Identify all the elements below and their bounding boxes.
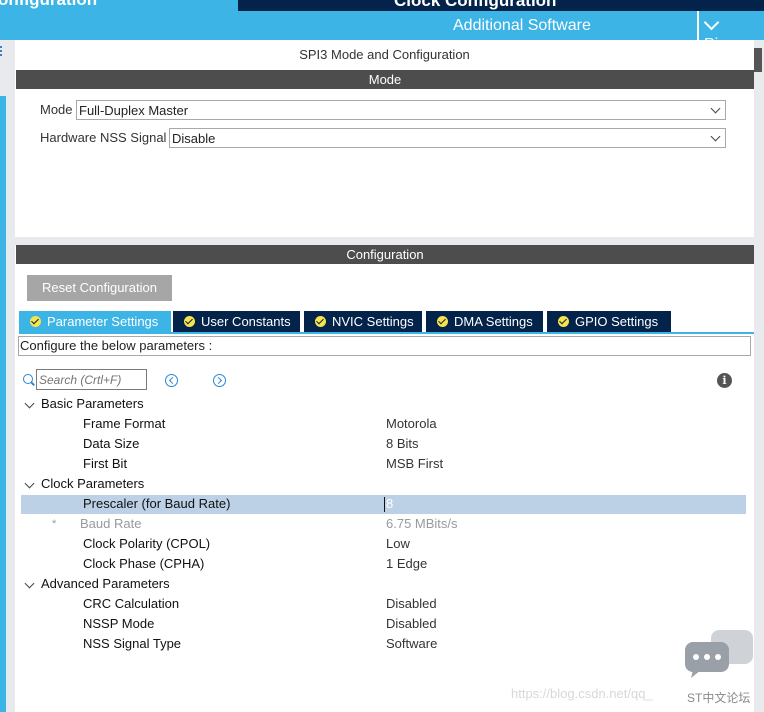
- table-row[interactable]: Clock Polarity (CPOL) Low: [15, 534, 754, 554]
- sub-navigation: Additional Software Pinou: [0, 11, 764, 53]
- param-name: Frame Format: [83, 416, 166, 431]
- tree-group-basic[interactable]: Basic Parameters: [15, 394, 754, 414]
- param-value[interactable]: 8 Bits: [386, 434, 419, 454]
- subbar-divider: [697, 11, 699, 40]
- prescaler-value-editor[interactable]: 8: [384, 495, 746, 513]
- table-row-selected[interactable]: Prescaler (for Baud Rate) 8: [15, 494, 754, 514]
- param-name: First Bit: [83, 456, 128, 471]
- group-label: Clock Parameters: [41, 476, 145, 491]
- mode-label: Mode: [40, 102, 73, 117]
- check-icon: [315, 316, 326, 327]
- text-cursor: [384, 497, 385, 512]
- table-row: * Baud Rate 6.75 MBits/s: [15, 514, 754, 534]
- tab-underline: [19, 332, 754, 334]
- param-value: 6.75 MBits/s: [386, 516, 458, 531]
- tab-user-constants[interactable]: User Constants: [173, 311, 300, 332]
- reset-configuration-button[interactable]: Reset Configuration: [27, 275, 172, 301]
- table-row[interactable]: NSSP Mode Disabled: [15, 614, 754, 634]
- nss-select[interactable]: Disable: [169, 128, 726, 148]
- search-icon: [23, 374, 33, 384]
- mode-select[interactable]: Full-Duplex Master: [76, 100, 726, 120]
- group-label: Basic Parameters: [41, 396, 144, 411]
- mode-section-header: Mode: [16, 70, 754, 89]
- param-name: NSSP Mode: [83, 616, 155, 631]
- param-value[interactable]: Motorola: [386, 414, 437, 434]
- table-row[interactable]: NSS Signal Type Software: [15, 634, 754, 654]
- tab-label: NVIC Settings: [332, 314, 414, 329]
- param-value[interactable]: 1 Edge: [386, 554, 427, 574]
- spi3-configuration-panel: SPI3 Mode and Configuration Mode Mode Fu…: [15, 40, 754, 712]
- table-row[interactable]: CRC Calculation Disabled: [15, 594, 754, 614]
- param-name: Data Size: [83, 436, 140, 451]
- tab-label: DMA Settings: [454, 314, 533, 329]
- tab-clock-configuration-label: Clock Configuration: [394, 0, 557, 10]
- check-icon: [437, 316, 448, 327]
- param-name: Clock Phase (CPHA): [83, 556, 205, 571]
- tab-label: Parameter Settings: [47, 314, 159, 329]
- param-name: Baud Rate: [80, 516, 142, 531]
- param-value: 8: [386, 496, 394, 511]
- check-icon: [558, 316, 569, 327]
- param-value[interactable]: MSB First: [386, 454, 443, 474]
- previous-match-icon[interactable]: [165, 374, 178, 387]
- tab-pinout-configuration[interactable]: onfiguration: [0, 0, 238, 11]
- param-value[interactable]: Disabled: [386, 594, 437, 614]
- chevron-down-icon: [24, 578, 35, 589]
- param-name: CRC Calculation: [83, 596, 180, 611]
- left-panel-edge: [0, 96, 6, 712]
- check-icon: [30, 316, 41, 327]
- watermark-forum: ST中文论坛: [687, 691, 751, 705]
- panel-title: SPI3 Mode and Configuration: [299, 47, 470, 62]
- tab-clock-configuration[interactable]: Clock Configuration: [240, 0, 710, 11]
- info-icon[interactable]: i: [717, 373, 732, 388]
- table-row[interactable]: Clock Phase (CPHA) 1 Edge: [15, 554, 754, 574]
- table-row[interactable]: Data Size 8 Bits: [15, 434, 754, 454]
- chat-bubbles-icon: [685, 630, 753, 678]
- chevron-down-icon: [703, 14, 720, 31]
- tree-group-clock[interactable]: Clock Parameters: [15, 474, 754, 494]
- watermark-url: https://blog.csdn.net/qq_: [511, 686, 653, 701]
- configuration-section-header: Configuration: [16, 245, 754, 264]
- table-row[interactable]: Frame Format Motorola: [15, 414, 754, 434]
- chevron-down-icon: [710, 103, 721, 114]
- description-field: Configure the below parameters :: [18, 336, 751, 356]
- nss-label: Hardware NSS Signal: [40, 130, 167, 145]
- param-value[interactable]: Disabled: [386, 614, 437, 634]
- next-match-icon[interactable]: [213, 374, 226, 387]
- param-name: Clock Polarity (CPOL): [83, 536, 211, 551]
- readonly-marker: *: [52, 518, 57, 530]
- left-splitter[interactable]: [0, 40, 15, 712]
- splitter-handle[interactable]: [0, 46, 6, 56]
- search-input[interactable]: [36, 369, 147, 390]
- mode-select-value: Full-Duplex Master: [79, 103, 189, 118]
- tab-tools[interactable]: [712, 0, 764, 11]
- tab-parameter-settings[interactable]: Parameter Settings: [19, 311, 171, 332]
- group-label: Advanced Parameters: [41, 576, 170, 591]
- tree-group-advanced[interactable]: Advanced Parameters: [15, 574, 754, 594]
- tab-label: GPIO Settings: [575, 314, 659, 329]
- param-value[interactable]: Software: [386, 634, 437, 654]
- tab-nvic-settings[interactable]: NVIC Settings: [304, 311, 422, 332]
- chevron-down-icon: [24, 478, 35, 489]
- table-row[interactable]: First Bit MSB First: [15, 454, 754, 474]
- tab-label: User Constants: [201, 314, 291, 329]
- chevron-down-icon: [24, 398, 35, 409]
- right-splitter[interactable]: [754, 40, 764, 712]
- param-value[interactable]: Low: [386, 534, 410, 554]
- param-name: Prescaler (for Baud Rate): [83, 496, 231, 511]
- nss-select-value: Disable: [172, 131, 216, 146]
- collapse-handle[interactable]: [754, 48, 762, 72]
- check-icon: [184, 316, 195, 327]
- tab-pinout-configuration-label: onfiguration: [0, 0, 97, 8]
- param-name: NSS Signal Type: [83, 636, 182, 651]
- chevron-down-icon: [710, 131, 721, 142]
- tab-dma-settings[interactable]: DMA Settings: [426, 311, 543, 332]
- tab-gpio-settings[interactable]: GPIO Settings: [547, 311, 671, 332]
- additional-software-link[interactable]: Additional Software: [453, 17, 591, 35]
